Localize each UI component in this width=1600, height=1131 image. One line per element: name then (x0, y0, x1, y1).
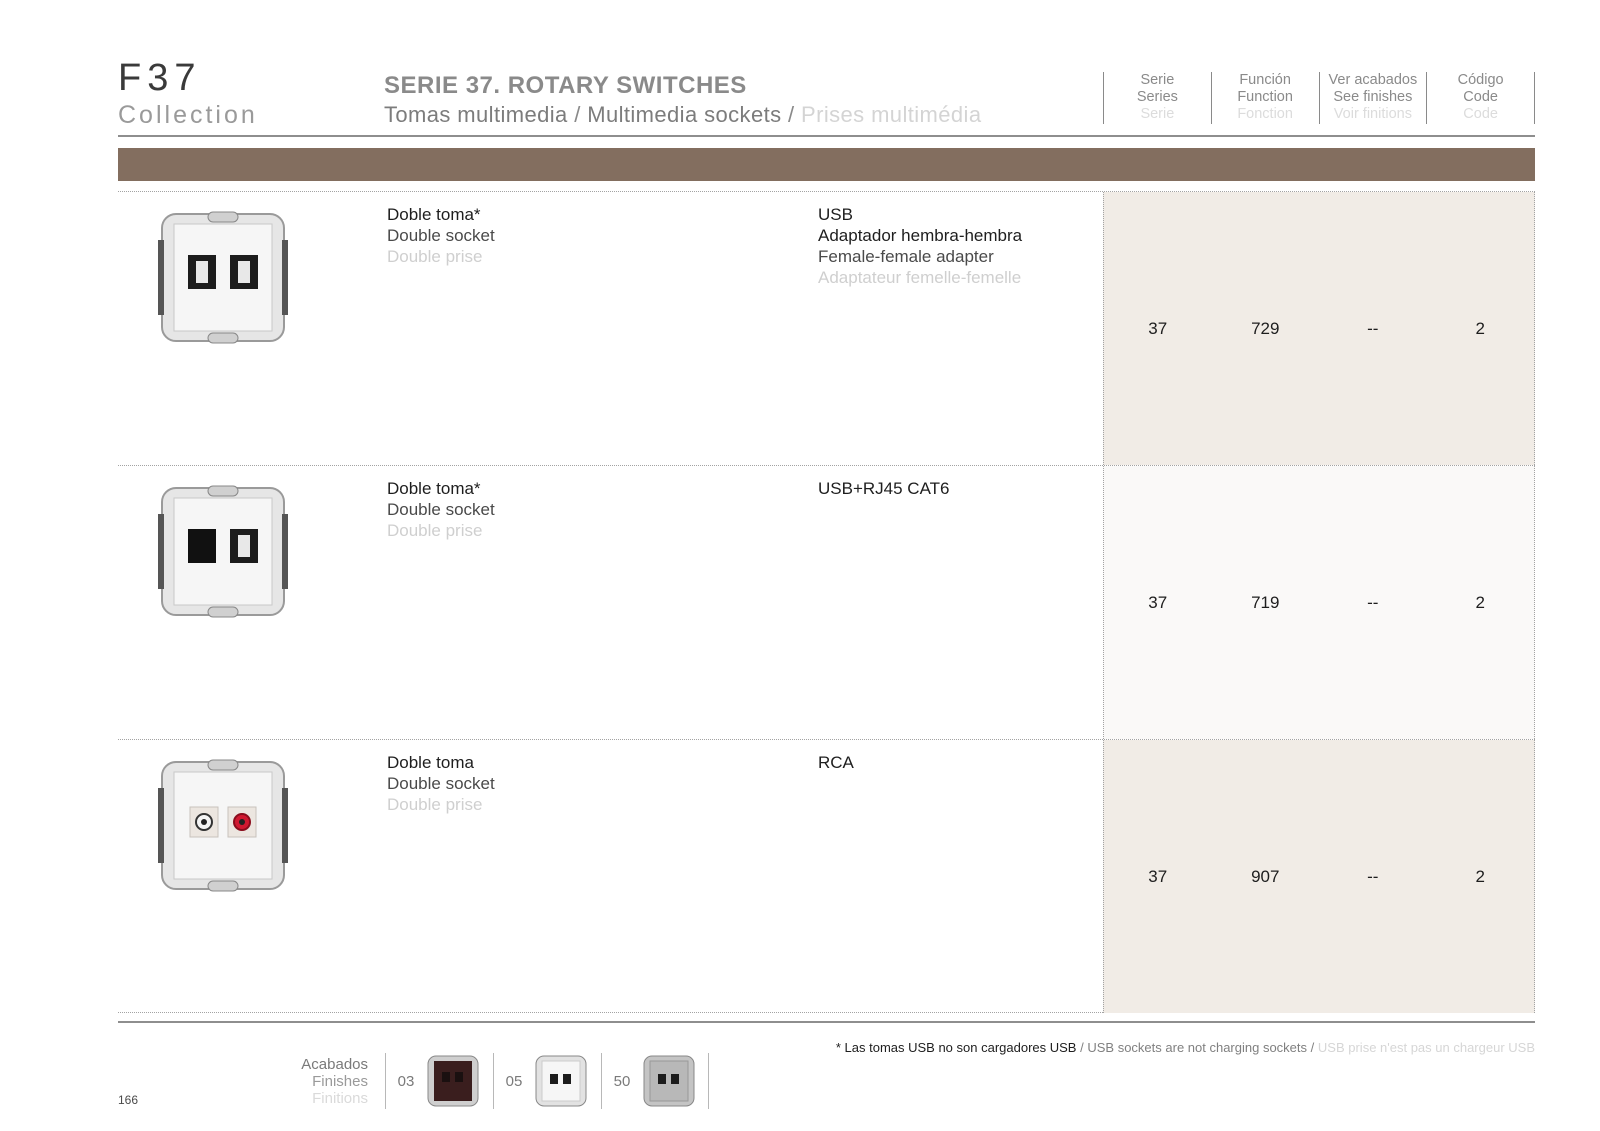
product-table: Doble toma* Double socket Double prise U… (118, 191, 1535, 1013)
finishes-label-en: Finishes (312, 1073, 368, 1090)
column-label-fr: Code (1463, 106, 1498, 122)
footnote-separator: / (1080, 1040, 1084, 1055)
column-label-fr: Fonction (1237, 106, 1293, 122)
cell-finishes: -- (1367, 592, 1379, 612)
column-header-code: Código Code Code (1426, 72, 1535, 124)
finish-number: 03 (397, 1072, 415, 1090)
product-description: Doble toma Double socket Double prise (387, 752, 495, 815)
cell-serie: 37 (1148, 592, 1168, 612)
subtitle-separator: / (788, 102, 795, 127)
code-cells: 37 907 -- 2 (1103, 740, 1535, 1013)
footnote-separator: / (1310, 1040, 1315, 1055)
column-label-es: Código (1457, 72, 1504, 88)
desc-fr: Double prise (387, 247, 483, 266)
finishes-label-fr: Finitions (312, 1090, 368, 1107)
func-type: USB (818, 205, 853, 224)
func-type: RCA (818, 753, 854, 772)
func-es: Adaptador hembra-hembra (818, 226, 1023, 245)
series-title: SERIE 37. ROTARY SWITCHES (384, 72, 747, 99)
code-cells: 37 719 -- 2 (1103, 466, 1535, 739)
product-function: USB Adaptador hembra-hembra Female-femal… (818, 204, 1022, 288)
column-header-function: Función Function Fonction (1210, 72, 1319, 124)
header-divider (118, 135, 1535, 137)
desc-es: Doble toma* (387, 205, 481, 224)
subtitle-fr: Prises multimédia (801, 102, 982, 127)
table-row: Doble toma* Double socket Double prise U… (118, 191, 1535, 465)
cell-finishes: -- (1367, 318, 1379, 338)
product-function: RCA (818, 752, 854, 773)
subtitle-en: Multimedia sockets (587, 102, 782, 127)
table-row: Doble toma* Double socket Double prise U… (118, 465, 1535, 739)
finish-silver-thumb-icon (643, 1055, 695, 1107)
func-type: USB+RJ45 CAT6 (818, 479, 950, 498)
column-headers: Serie Series Serie Función Function Fonc… (1103, 72, 1535, 124)
cell-code: 2 (1475, 318, 1485, 338)
product-function: USB+RJ45 CAT6 (818, 478, 949, 499)
column-label-es: Serie (1140, 72, 1175, 88)
finishes-label-es: Acabados (301, 1056, 368, 1073)
cell-function: 719 (1251, 592, 1280, 612)
cell-code: 2 (1475, 592, 1485, 612)
column-label-es: Ver acabados (1328, 72, 1418, 88)
finish-dark-thumb-icon (427, 1055, 479, 1107)
column-header-serie: Serie Series Serie (1103, 72, 1211, 124)
column-label-en: Series (1136, 89, 1178, 105)
finish-number: 05 (505, 1072, 523, 1090)
usb-rj45-double-socket-icon (158, 484, 288, 619)
code-cells: 37 729 -- 2 (1103, 192, 1535, 465)
finish-item[interactable]: 03 (385, 1053, 493, 1109)
desc-fr: Double prise (387, 795, 483, 814)
cell-function: 907 (1251, 866, 1280, 886)
footnote: * Las tomas USB no son cargadores USB / … (836, 1040, 1535, 1055)
column-label-en: Function (1237, 89, 1293, 105)
cell-finishes: -- (1367, 866, 1379, 886)
column-label-en: Code (1463, 89, 1498, 105)
finishes-label: Acabados Finishes Finitions (268, 1056, 368, 1107)
cell-serie: 37 (1148, 318, 1168, 338)
desc-es: Doble toma* (387, 479, 481, 498)
subtitle-separator: / (574, 102, 581, 127)
func-fr: Adaptateur femelle-femelle (818, 268, 1022, 287)
color-band (118, 148, 1535, 181)
func-en: Female-female adapter (818, 247, 994, 266)
column-header-finishes: Ver acabados See finishes Voir finitions (1318, 72, 1427, 124)
usb-double-socket-icon (158, 210, 288, 345)
column-label-en: See finishes (1333, 89, 1413, 105)
footer-divider (118, 1021, 1535, 1023)
desc-en: Double socket (387, 500, 495, 519)
column-label-fr: Serie (1140, 106, 1175, 122)
desc-fr: Double prise (387, 521, 483, 540)
rca-double-socket-icon (158, 758, 288, 893)
series-subtitle: Tomas multimedia / Multimedia sockets / … (384, 102, 981, 128)
page-number: 166 (118, 1093, 139, 1107)
subtitle-es: Tomas multimedia (384, 102, 568, 127)
product-description: Doble toma* Double socket Double prise (387, 204, 495, 267)
desc-en: Double socket (387, 774, 495, 793)
column-label-fr: Voir finitions (1333, 106, 1412, 122)
desc-es: Doble toma (387, 753, 474, 772)
brand-code: F37 (118, 57, 202, 99)
cell-code: 2 (1475, 866, 1485, 886)
desc-en: Double socket (387, 226, 495, 245)
table-row: Doble toma Double socket Double prise RC… (118, 739, 1535, 1013)
finishes-list: 03 05 50 (385, 1053, 709, 1109)
product-description: Doble toma* Double socket Double prise (387, 478, 495, 541)
finish-item[interactable]: 05 (493, 1053, 601, 1109)
finish-item[interactable]: 50 (601, 1053, 709, 1109)
column-label-es: Función (1239, 72, 1291, 88)
footnote-en: USB sockets are not charging sockets (1087, 1040, 1308, 1055)
finish-number: 50 (613, 1072, 631, 1090)
footnote-fr: USB prise n'est pas un chargeur USB (1317, 1040, 1535, 1055)
finish-white-thumb-icon (535, 1055, 587, 1107)
cell-serie: 37 (1148, 866, 1168, 886)
brand: F37 Collection (118, 58, 258, 130)
cell-function: 729 (1251, 318, 1280, 338)
footnote-es: * Las tomas USB no son cargadores USB (835, 1040, 1077, 1055)
brand-subtitle: Collection (118, 101, 258, 129)
